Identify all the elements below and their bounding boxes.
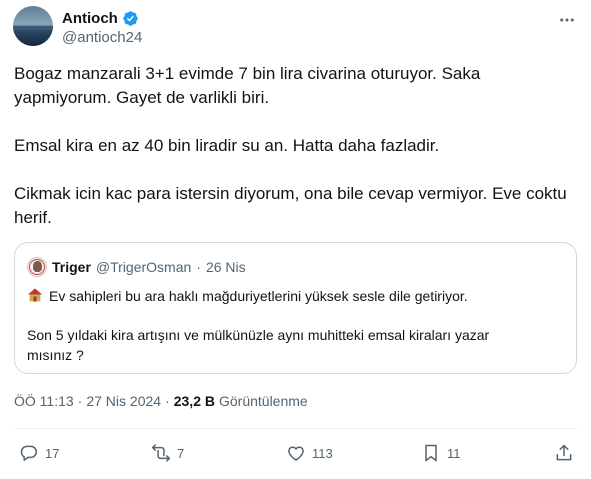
quoted-date: 26 Nis (205, 259, 246, 275)
quoted-tweet-text: Ev sahipleri bu ara haklı mağduriyetleri… (27, 286, 567, 365)
quoted-handle: @TrigerOsman (95, 259, 192, 275)
author-handle[interactable]: @antioch24 (62, 29, 142, 46)
tweet-line: herif. (14, 208, 52, 227)
separator-dot: · (196, 259, 201, 275)
action-bar: 17 7 113 11 (0, 440, 591, 466)
quoted-avatar (27, 257, 47, 277)
reply-button[interactable]: 17 (19, 440, 59, 466)
quoted-line: mısınız ? (27, 347, 84, 363)
like-button[interactable]: 113 (286, 440, 333, 466)
heart-icon (288, 446, 304, 461)
separator-dot: · (77, 393, 83, 409)
quoted-tweet-header: Triger @TrigerOsman · 26 Nis (27, 257, 246, 277)
tweet-time[interactable]: ÖÖ 11:13 (14, 393, 74, 409)
quoted-line: Ev sahipleri bu ara haklı mağduriyetleri… (27, 286, 567, 306)
tweet: Antioch @antioch24 Bogaz manzarali 3+1 e… (0, 0, 591, 479)
avatar[interactable] (13, 6, 53, 46)
retweet-count: 7 (177, 445, 185, 461)
share-icon (556, 444, 572, 461)
views-count[interactable]: 23,2 B (174, 393, 215, 409)
tweet-meta: ÖÖ 11:13 · 27 Nis 2024 · 23,2 B Görüntül… (14, 393, 308, 409)
bookmark-button[interactable]: 11 (421, 440, 461, 466)
reply-icon (20, 445, 38, 461)
like-count: 113 (312, 445, 333, 461)
reply-count: 17 (45, 445, 60, 461)
tweet-line: yapmiyorum. Gayet de varlikli biri. (14, 88, 270, 107)
divider (14, 428, 577, 429)
retweet-button[interactable]: 7 (151, 440, 184, 466)
share-button[interactable] (554, 440, 574, 466)
views-label[interactable]: Görüntülenme (219, 393, 308, 409)
more-options-icon[interactable] (557, 10, 577, 30)
quoted-tweet[interactable]: Triger @TrigerOsman · 26 Nis Ev sahipler… (14, 242, 577, 374)
bookmark-icon (425, 444, 437, 462)
tweet-line: Cikmak icin kac para istersin diyorum, o… (14, 184, 567, 203)
verified-badge-icon[interactable] (122, 10, 139, 27)
tweet-line: Emsal kira en az 40 bin liradir su an. H… (14, 136, 440, 155)
bookmark-count: 11 (447, 445, 461, 461)
display-name-row: Antioch (62, 8, 142, 28)
quoted-line-text: Ev sahipleri bu ara haklı mağduriyetleri… (49, 288, 468, 304)
author-info: Antioch @antioch24 (62, 8, 142, 47)
quoted-line: Son 5 yıldaki kira artışını ve mülkünüzl… (27, 327, 490, 343)
tweet-text: Bogaz manzarali 3+1 evimde 7 bin lira ci… (14, 62, 579, 230)
house-icon (28, 288, 42, 302)
tweet-line: Bogaz manzarali 3+1 evimde 7 bin lira ci… (14, 64, 481, 83)
tweet-date[interactable]: 27 Nis 2024 (86, 393, 161, 409)
separator-dot: · (165, 393, 170, 409)
retweet-icon (151, 444, 171, 462)
quoted-display-name: Triger (52, 259, 91, 275)
display-name[interactable]: Antioch (62, 10, 118, 27)
